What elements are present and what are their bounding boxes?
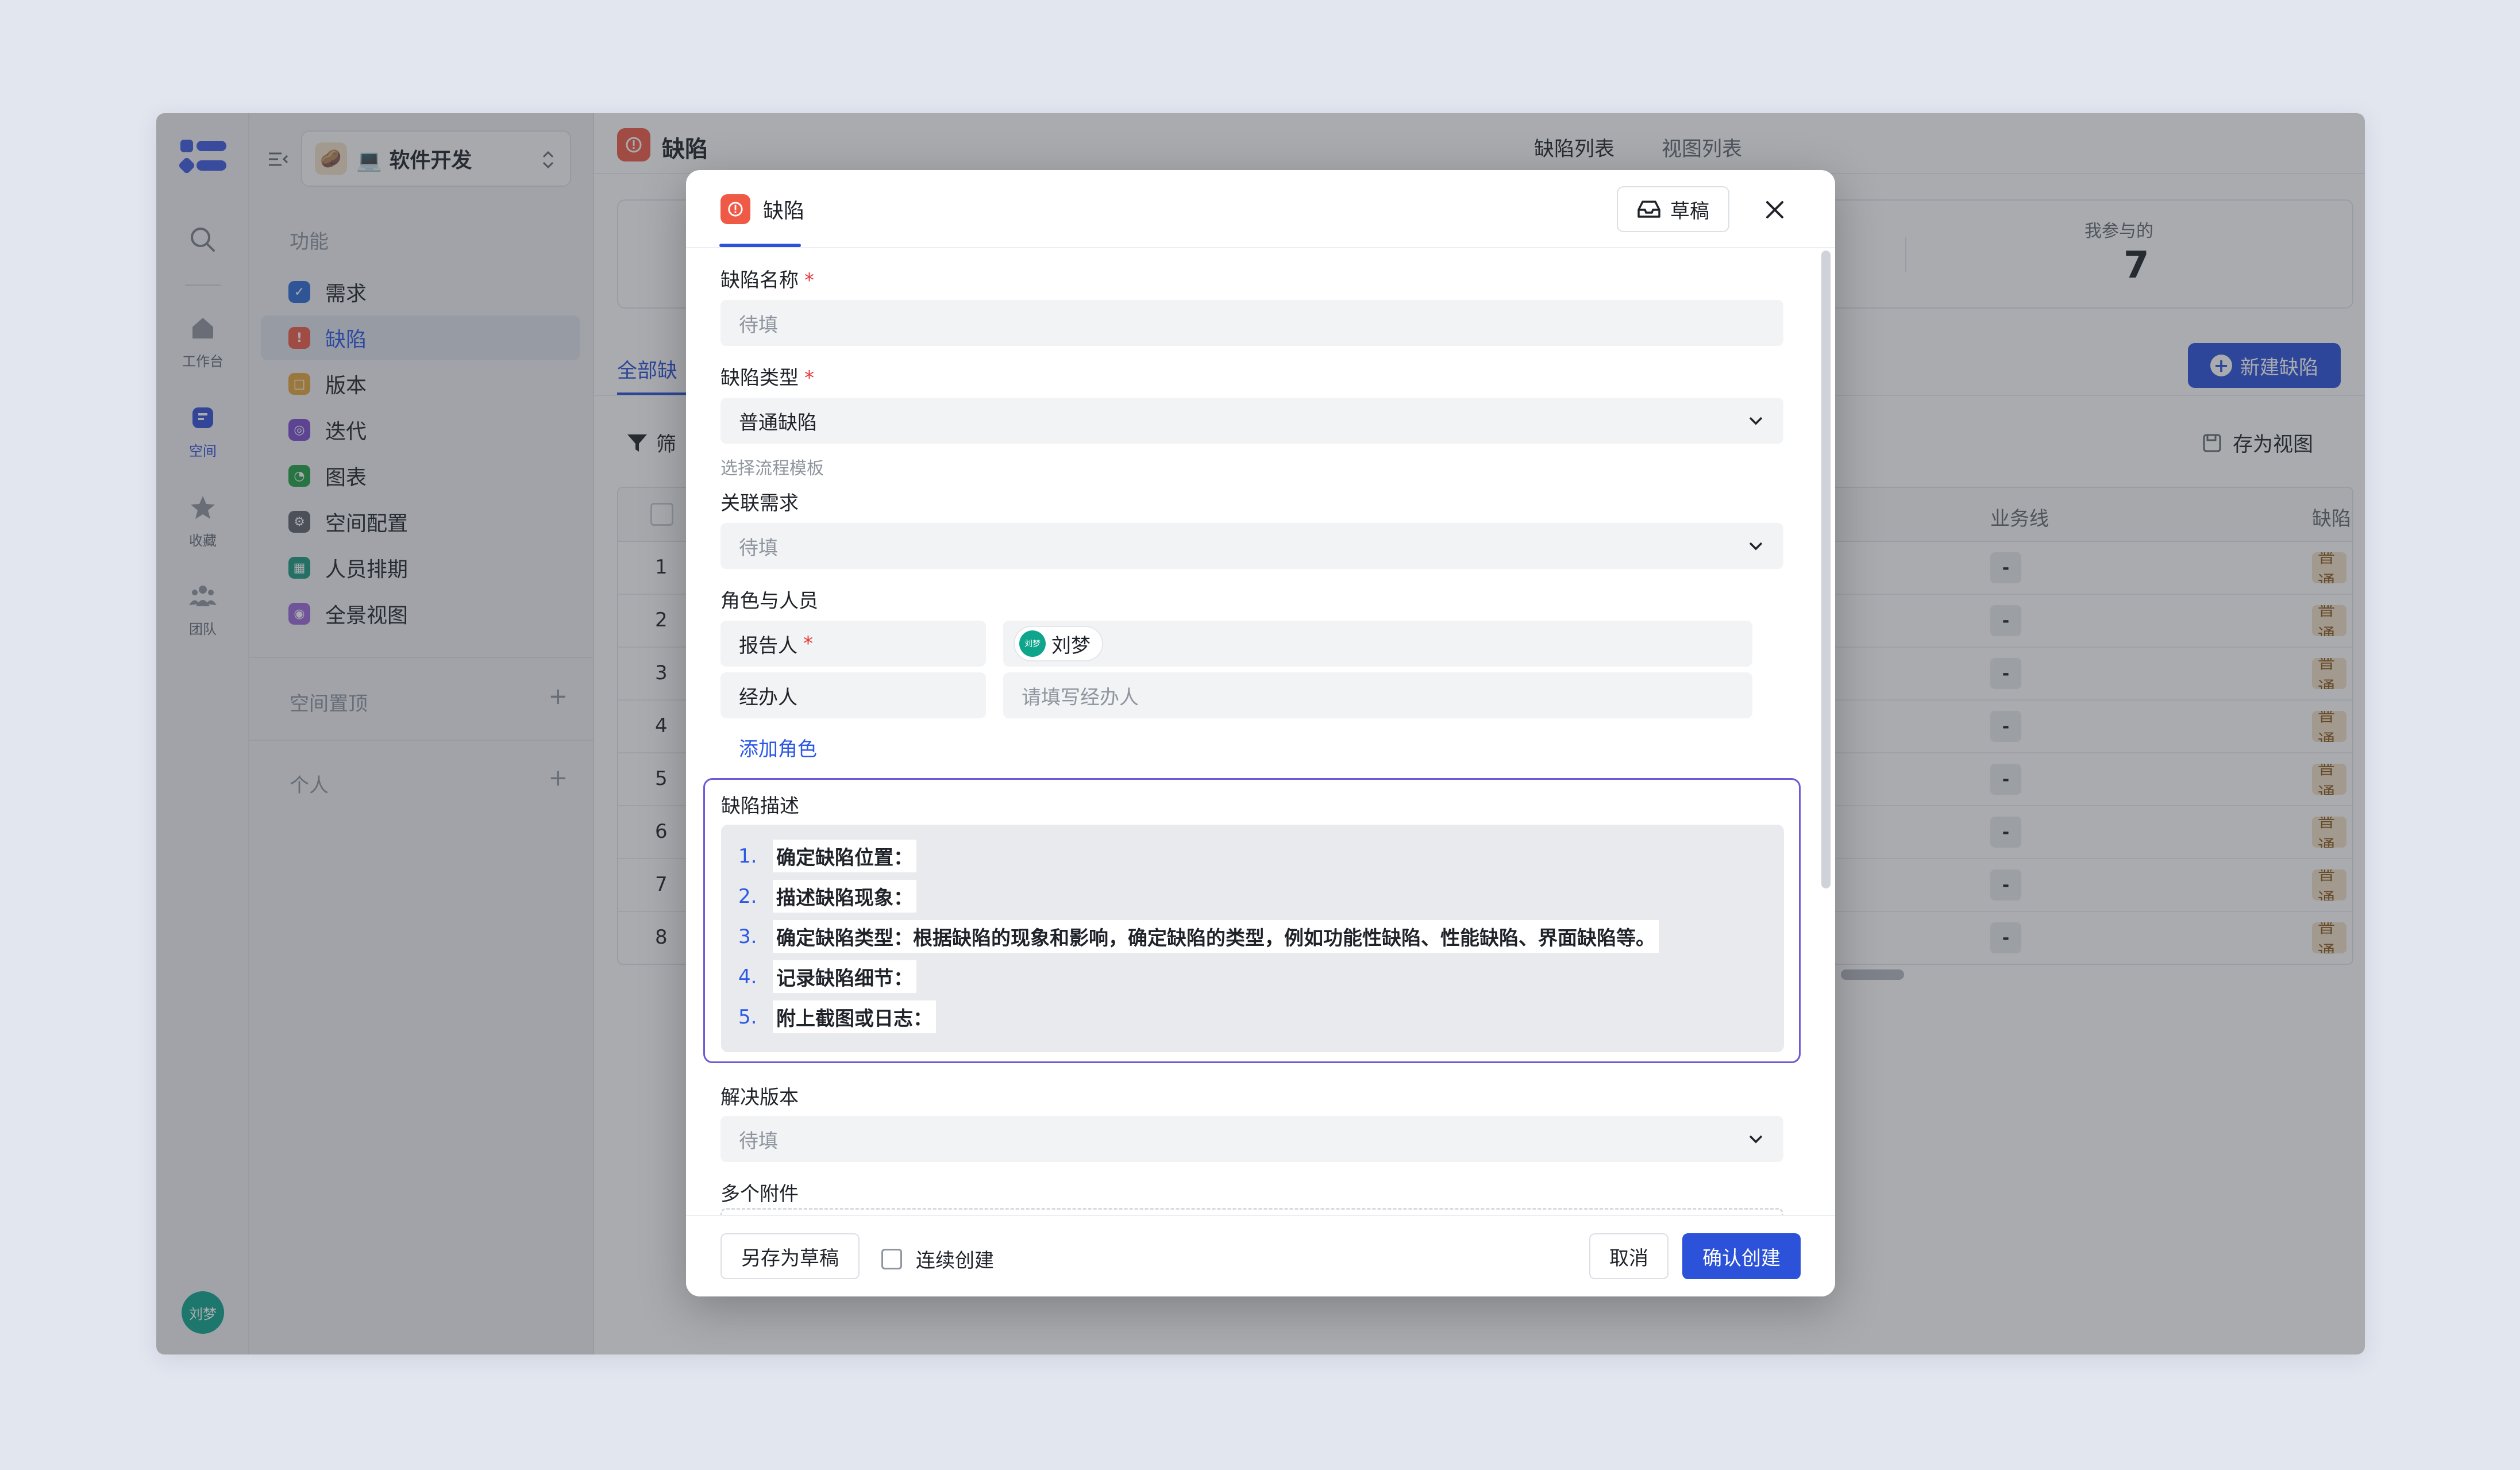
modal-tab-defect[interactable]: 缺陷 bbox=[720, 194, 804, 224]
field-label-related: 关联需求 bbox=[720, 492, 799, 515]
required-marker: * bbox=[803, 632, 813, 655]
field-label-roles: 角色与人员 bbox=[720, 590, 818, 613]
chevron-down-icon bbox=[1749, 417, 1763, 425]
modal-tab-indicator bbox=[719, 244, 801, 247]
required-marker: * bbox=[804, 269, 814, 292]
modal-header: 缺陷 草稿 bbox=[686, 170, 1835, 248]
related-requirement-select[interactable]: 待填 bbox=[720, 523, 1783, 569]
modal-footer: 另存为草稿 连续创建 取消 确认创建 bbox=[686, 1215, 1835, 1296]
inbox-icon bbox=[1637, 201, 1660, 218]
modal-body: 缺陷名称 * 待填 缺陷类型 * 普通缺陷 选择流程模板 关联需求 待填 角色与人员… bbox=[686, 249, 1835, 1215]
create-defect-modal: 缺陷 草稿 缺陷名称 * 待填 缺陷类型 * 普通缺陷 选择流程模板 关联需求 待填 bbox=[686, 170, 1835, 1296]
role-name-assignee: 经办人 bbox=[720, 672, 986, 718]
list-number: 4. bbox=[738, 965, 757, 988]
field-label-type: 缺陷类型 * bbox=[720, 362, 814, 390]
list-number: 5. bbox=[738, 1005, 757, 1029]
list-text: 确定缺陷位置： bbox=[773, 840, 916, 872]
select-placeholder: 待填 bbox=[739, 1129, 778, 1153]
description-editor[interactable]: 1. 确定缺陷位置： 2. 描述缺陷现象： 3. 确定缺陷类型：根据缺陷的现象和影响，… bbox=[721, 825, 1784, 1052]
assignee-input[interactable]: 请填写经办人 bbox=[1003, 672, 1752, 718]
list-text: 描述缺陷现象： bbox=[773, 880, 916, 913]
field-label-version: 解决版本 bbox=[720, 1086, 799, 1109]
description-list-item: 1. 确定缺陷位置： bbox=[738, 840, 916, 872]
drafts-button[interactable]: 草稿 bbox=[1617, 186, 1729, 232]
description-list-item: 2. 描述缺陷现象： bbox=[738, 880, 916, 913]
person-name: 刘梦 bbox=[1051, 634, 1091, 657]
field-label-name: 缺陷名称 * bbox=[720, 264, 814, 293]
save-as-draft-button[interactable]: 另存为草稿 bbox=[720, 1233, 860, 1279]
add-role-link[interactable]: 添加角色 bbox=[739, 733, 817, 761]
continuous-create-checkbox[interactable] bbox=[881, 1248, 902, 1269]
required-marker: * bbox=[804, 367, 814, 390]
field-label-description: 缺陷描述 bbox=[721, 795, 799, 818]
attachment-dropzone[interactable] bbox=[720, 1208, 1783, 1215]
defect-icon bbox=[720, 194, 750, 224]
modal-tab-label: 缺陷 bbox=[763, 199, 805, 223]
select-placeholder: 待填 bbox=[739, 536, 778, 560]
label-text: 缺陷类型 bbox=[720, 367, 799, 390]
description-list-item: 4. 记录缺陷细节： bbox=[738, 960, 916, 993]
list-text: 附上截图或日志： bbox=[773, 1000, 936, 1033]
description-list-item: 3. 确定缺陷类型：根据缺陷的现象和影响，确定缺陷的类型，例如功能性缺陷、性能缺陷… bbox=[738, 920, 1659, 953]
reporter-field[interactable]: 刘梦 刘梦 bbox=[1003, 621, 1752, 667]
drafts-label: 草稿 bbox=[1670, 199, 1709, 223]
checkbox-label: 连续创建 bbox=[916, 1249, 994, 1272]
cancel-button[interactable]: 取消 bbox=[1589, 1233, 1669, 1279]
field-label-attachments: 多个附件 bbox=[720, 1183, 799, 1206]
role-name-reporter: 报告人 * bbox=[720, 621, 986, 667]
list-text: 确定缺陷类型：根据缺陷的现象和影响，确定缺陷的类型，例如功能性缺陷、性能缺陷、界… bbox=[773, 920, 1659, 953]
description-field: 缺陷描述 1. 确定缺陷位置： 2. 描述缺陷现象： 3. 确定缺陷类型：根据缺陷的现… bbox=[703, 778, 1801, 1063]
chevron-down-icon bbox=[1749, 542, 1763, 551]
list-number: 1. bbox=[738, 844, 757, 868]
confirm-create-button[interactable]: 确认创建 bbox=[1682, 1233, 1801, 1279]
close-icon[interactable] bbox=[1760, 195, 1789, 224]
chevron-down-icon bbox=[1749, 1135, 1763, 1144]
role-label: 报告人 bbox=[739, 634, 797, 657]
continuous-create-toggle[interactable]: 连续创建 bbox=[881, 1245, 994, 1273]
person-chip[interactable]: 刘梦 刘梦 bbox=[1014, 626, 1103, 661]
defect-type-select[interactable]: 普通缺陷 bbox=[720, 398, 1783, 444]
list-number: 2. bbox=[738, 884, 757, 908]
label-text: 缺陷名称 bbox=[720, 269, 799, 292]
list-text: 记录缺陷细节： bbox=[773, 960, 916, 993]
defect-name-input[interactable]: 待填 bbox=[720, 300, 1783, 346]
description-list-item: 5. 附上截图或日志： bbox=[738, 1000, 936, 1033]
resolve-version-select[interactable]: 待填 bbox=[720, 1116, 1783, 1162]
type-helper-text: 选择流程模板 bbox=[720, 459, 824, 479]
list-number: 3. bbox=[738, 925, 757, 948]
avatar: 刘梦 bbox=[1019, 630, 1046, 657]
vertical-scrollbar[interactable] bbox=[1821, 251, 1831, 888]
select-value: 普通缺陷 bbox=[739, 411, 817, 434]
